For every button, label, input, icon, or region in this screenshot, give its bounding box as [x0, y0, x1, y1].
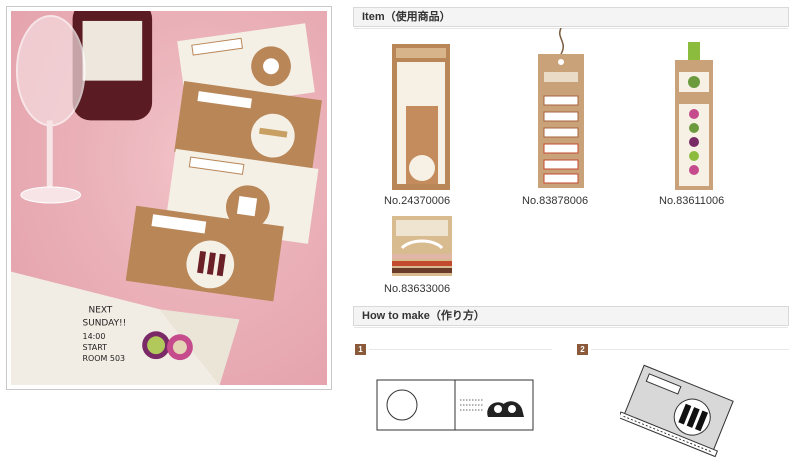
svg-text:14:00: 14:00 [83, 332, 106, 341]
product-code: No.83878006 [522, 195, 589, 207]
step-divider [369, 349, 552, 350]
photo-illustration: NEXT SUNDAY!! 14:00 START ROOM 503 [11, 11, 322, 385]
step-number-1: 1 [355, 344, 366, 355]
howto-section-title: How to make（作り方） [362, 310, 485, 322]
svg-text:SUNDAY!!: SUNDAY!! [83, 318, 127, 328]
items-section-header: Item（使用商品） [353, 7, 789, 29]
product-item-24370006[interactable]: No.24370006 [384, 44, 484, 219]
product-item-83878006[interactable]: No.83878006 [518, 28, 618, 218]
product-photo-frame: NEXT SUNDAY!! 14:00 START ROOM 503 [6, 6, 332, 390]
product-photo: NEXT SUNDAY!! 14:00 START ROOM 503 [11, 11, 327, 385]
card-with-tape-diagram-icon [620, 364, 734, 458]
reusable-card-cream-icon[interactable] [392, 44, 450, 190]
product-code: No.83633006 [384, 283, 451, 295]
folded-card-diagram-icon [376, 379, 534, 431]
product-item-83611006[interactable]: No.83611006 [655, 42, 755, 218]
items-section-title: Item（使用商品） [362, 11, 451, 23]
step-number-2: 2 [577, 344, 588, 355]
sticker-strip-icon[interactable] [675, 42, 713, 190]
svg-text:ROOM 503: ROOM 503 [83, 354, 126, 363]
howto-section-header: How to make（作り方） [353, 306, 789, 328]
svg-text:NEXT: NEXT [89, 305, 113, 315]
product-code: No.83611006 [659, 195, 725, 207]
product-code: No.24370006 [384, 195, 451, 207]
product-item-83633006[interactable]: No.83633006 [384, 216, 484, 296]
tag-label-strip-icon[interactable] [538, 28, 584, 190]
svg-text:START: START [83, 343, 108, 352]
washi-tape-pack-icon[interactable] [392, 216, 452, 276]
step-divider [591, 349, 789, 350]
